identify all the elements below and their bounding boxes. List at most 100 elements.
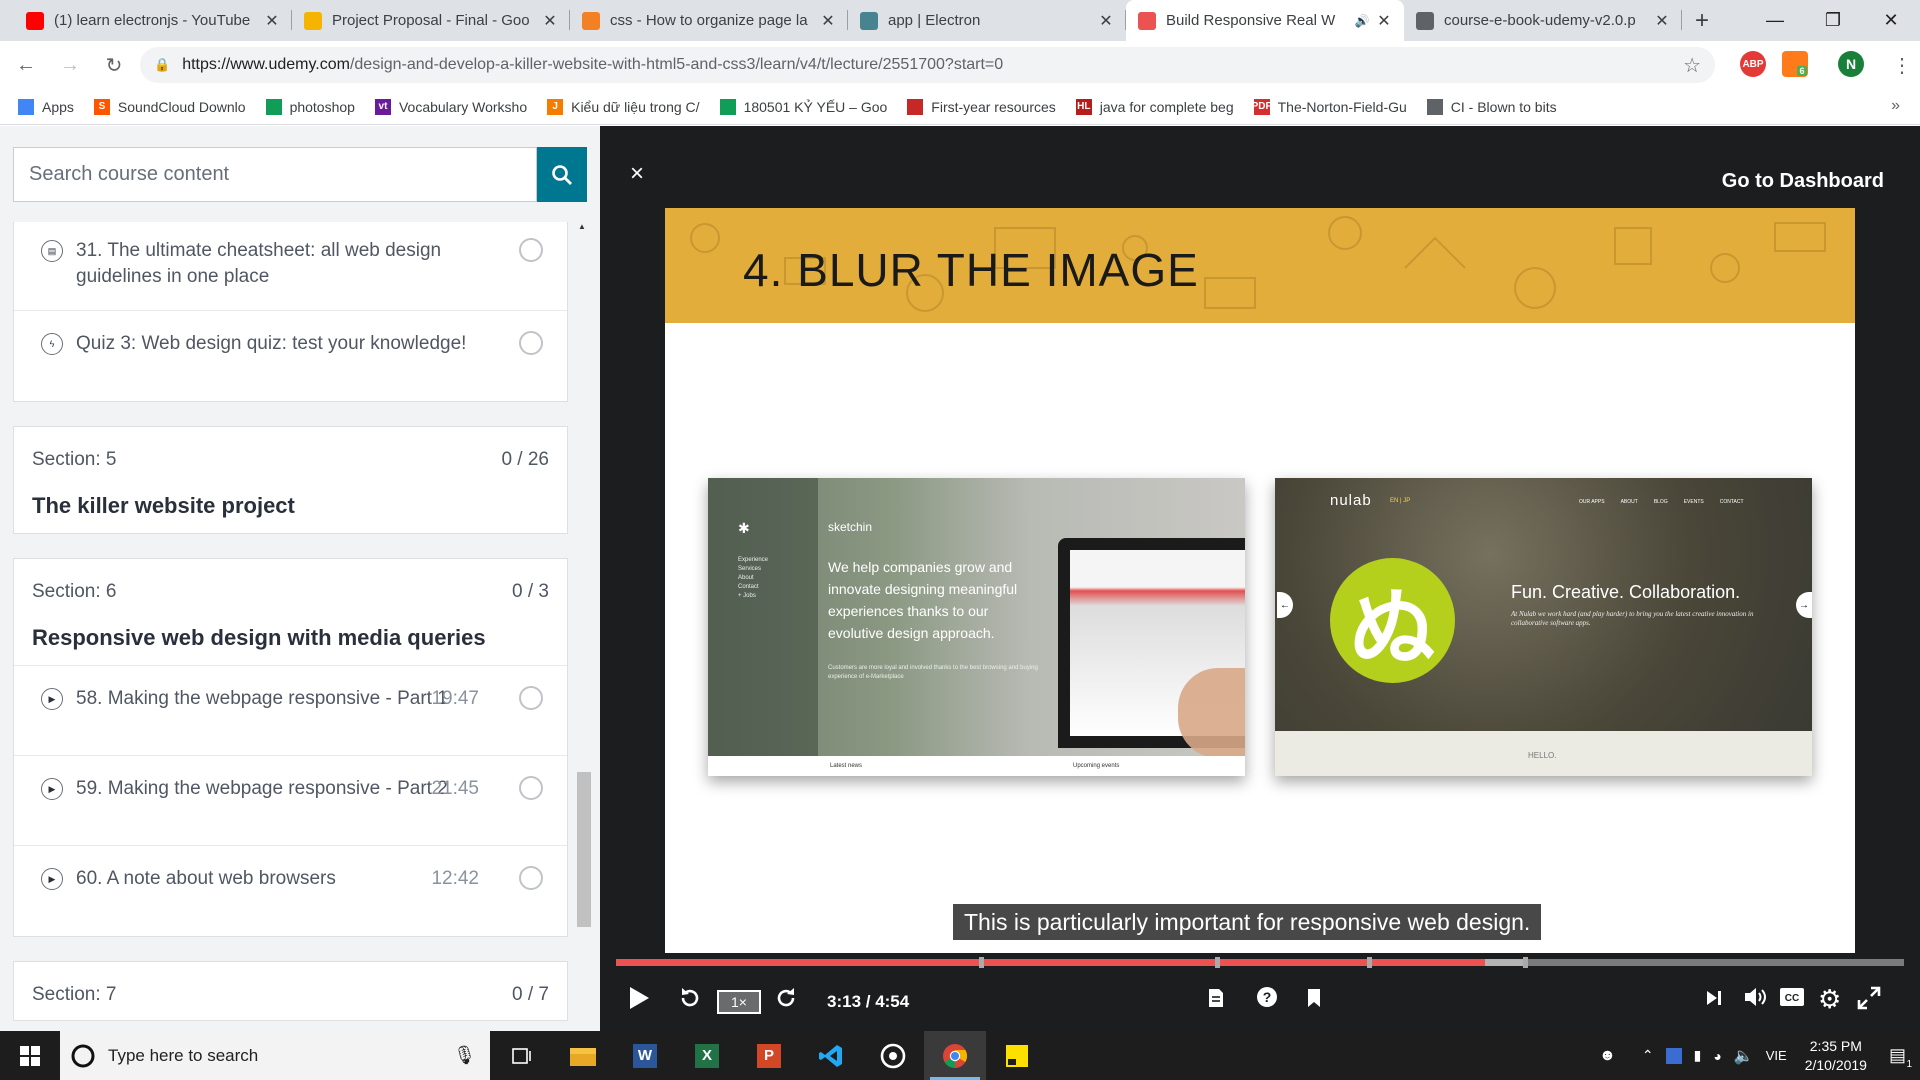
speaker-icon[interactable]: 🔈 bbox=[1734, 1046, 1754, 1066]
course-search-input[interactable] bbox=[13, 147, 537, 202]
video-progress-bar[interactable] bbox=[616, 957, 1904, 968]
microphone-icon[interactable]: 🎙 bbox=[453, 1045, 476, 1066]
media-app[interactable] bbox=[862, 1031, 924, 1080]
excel-app[interactable]: X bbox=[676, 1031, 738, 1080]
browser-tab[interactable]: course-e-book-udemy-v2.0.p ✕ bbox=[1404, 0, 1682, 41]
wifi-icon[interactable]: ◕ bbox=[1713, 1048, 1721, 1064]
section-5-card[interactable]: Section: 5 0 / 26 The killer website proj… bbox=[13, 426, 568, 534]
battery-icon[interactable]: ▮ bbox=[1694, 1047, 1702, 1064]
bookmark-item[interactable]: First-year resources bbox=[907, 98, 1056, 115]
close-tab-icon[interactable]: ✕ bbox=[1654, 11, 1670, 31]
close-tab-icon[interactable]: ✕ bbox=[820, 11, 836, 31]
forward-icon[interactable]: → bbox=[52, 47, 88, 83]
tab-title: Build Responsive Real W bbox=[1166, 12, 1336, 29]
volume-button[interactable] bbox=[1744, 986, 1770, 1008]
bookmark-item[interactable]: photoshop bbox=[265, 98, 355, 115]
forward-icon bbox=[777, 988, 795, 1007]
bookmark-button[interactable] bbox=[1307, 988, 1321, 1008]
section-header[interactable]: Section: 6 0 / 3 Responsive web design wi… bbox=[14, 559, 567, 666]
close-window-icon[interactable]: ✕ bbox=[1862, 0, 1920, 41]
sidebar-scroll-thumb[interactable] bbox=[577, 772, 591, 927]
lecture-item[interactable]: ▤ 31. The ultimate cheatsheet: all web de… bbox=[14, 222, 567, 311]
powerpoint-app[interactable]: P bbox=[738, 1031, 800, 1080]
bookmark-item[interactable]: PDF The-Norton-Field-Gu bbox=[1253, 98, 1407, 115]
browser-tab[interactable]: Build Responsive Real W 🔊 ✕ bbox=[1126, 0, 1404, 41]
close-tab-icon[interactable]: ✕ bbox=[1376, 11, 1392, 31]
bookmark-item[interactable]: CI - Blown to bits bbox=[1426, 98, 1557, 115]
search-button[interactable] bbox=[537, 147, 587, 202]
bookmark-item[interactable]: HL java for complete beg bbox=[1075, 98, 1234, 115]
section-7-card[interactable]: Section: 7 0 / 7 bbox=[13, 961, 568, 1021]
adblock-icon[interactable]: ABP bbox=[1740, 51, 1766, 77]
tab-audio-icon[interactable]: 🔊 bbox=[1354, 14, 1370, 28]
captions-button[interactable]: CC bbox=[1780, 988, 1804, 1006]
file-explorer-app[interactable] bbox=[552, 1031, 614, 1080]
clock[interactable]: 2:35 PM 2/10/2019 bbox=[1805, 1037, 1867, 1075]
bookmark-item[interactable]: 180501 KỶ YẾU – Goo bbox=[719, 98, 887, 115]
bookmark-item[interactable]: S SoundCloud Downlo bbox=[93, 98, 246, 115]
close-tab-icon[interactable]: ✕ bbox=[1098, 11, 1114, 31]
sticky-notes-app[interactable] bbox=[986, 1031, 1048, 1080]
start-button[interactable] bbox=[0, 1031, 60, 1080]
playback-speed-button[interactable]: 1× bbox=[717, 990, 761, 1014]
close-tab-icon[interactable]: ✕ bbox=[542, 11, 558, 31]
language-indicator[interactable]: VIE bbox=[1766, 1048, 1787, 1063]
chrome-app[interactable] bbox=[924, 1031, 986, 1080]
chapter-marker[interactable] bbox=[1366, 957, 1372, 968]
browser-tab[interactable]: css - How to organize page la ✕ bbox=[570, 0, 848, 41]
reload-icon[interactable]: ↻ bbox=[96, 47, 132, 83]
browser-tab[interactable]: Project Proposal - Final - Goo ✕ bbox=[292, 0, 570, 41]
completion-checkbox[interactable] bbox=[519, 331, 543, 355]
chapter-marker[interactable] bbox=[1522, 957, 1528, 968]
completion-checkbox[interactable] bbox=[519, 866, 543, 890]
taskbar-search[interactable]: Type here to search 🎙 bbox=[60, 1031, 490, 1080]
bookmark-item[interactable]: vt Vocabulary Worksho bbox=[374, 98, 527, 115]
menu-kebab-icon[interactable]: ⋮ bbox=[1884, 47, 1920, 83]
maximize-icon[interactable]: ❐ bbox=[1804, 0, 1862, 41]
completion-checkbox[interactable] bbox=[519, 686, 543, 710]
video-frame[interactable]: 4. BLUR THE IMAGE ✱ Experience Services Ab… bbox=[665, 208, 1855, 953]
minimize-icon[interactable]: — bbox=[1746, 0, 1804, 41]
lecture-item[interactable]: ▶ 58. Making the webpage responsive - Par… bbox=[14, 666, 567, 756]
play-button[interactable] bbox=[628, 986, 650, 1010]
lecture-item[interactable]: ▶ 60. A note about web browsers 12:42 bbox=[14, 846, 567, 936]
completion-checkbox[interactable] bbox=[519, 238, 543, 262]
forward-5s-button[interactable] bbox=[774, 986, 798, 1010]
rewind-5s-button[interactable] bbox=[678, 986, 702, 1010]
close-player-icon[interactable]: × bbox=[630, 160, 644, 188]
help-button[interactable]: ? bbox=[1256, 986, 1278, 1008]
go-to-dashboard-link[interactable]: Go to Dashboard bbox=[1722, 170, 1884, 193]
settings-gear-icon[interactable]: ⚙ bbox=[1818, 984, 1841, 1015]
close-tab-icon[interactable]: ✕ bbox=[264, 11, 280, 31]
bookmarks-overflow-icon[interactable]: » bbox=[1891, 97, 1900, 115]
url-bar[interactable]: 🔒 https://www.udemy.com/design-and-devel… bbox=[140, 47, 1715, 83]
new-tab-button[interactable]: + bbox=[1682, 0, 1722, 41]
bookmark-item[interactable]: Apps bbox=[18, 98, 74, 115]
fullscreen-button[interactable] bbox=[1857, 986, 1881, 1010]
word-app[interactable]: W bbox=[614, 1031, 676, 1080]
bookmark-star-icon[interactable]: ☆ bbox=[1683, 53, 1701, 78]
windows-logo-icon bbox=[20, 1045, 40, 1066]
lecture-item[interactable]: ϟ Quiz 3: Web design quiz: test your know… bbox=[14, 311, 567, 401]
extension-icon[interactable]: 6 bbox=[1782, 51, 1808, 77]
next-lecture-button[interactable] bbox=[1706, 990, 1722, 1006]
browser-tab[interactable]: (1) learn electronjs - YouTube ✕ bbox=[14, 0, 292, 41]
back-icon[interactable]: ← bbox=[8, 47, 44, 83]
transcript-button[interactable] bbox=[1208, 988, 1224, 1008]
task-view-button[interactable] bbox=[490, 1031, 552, 1080]
completion-checkbox[interactable] bbox=[519, 776, 543, 800]
section-header: Section: 7 0 / 7 bbox=[14, 962, 567, 1020]
lecture-item[interactable]: ▶ 59. Making the webpage responsive - Par… bbox=[14, 756, 567, 846]
action-center-icon[interactable]: ▤ 1 bbox=[1889, 1045, 1912, 1070]
profile-avatar[interactable]: N bbox=[1838, 51, 1864, 77]
people-icon[interactable]: ☻ bbox=[1599, 1047, 1616, 1065]
tray-overflow-icon[interactable]: ⌃ bbox=[1642, 1047, 1654, 1064]
bookmark-item[interactable]: J Kiểu dữ liệu trong C/ bbox=[547, 98, 700, 115]
vscode-app[interactable] bbox=[800, 1031, 862, 1080]
google-drive-icon bbox=[719, 98, 736, 115]
chapter-marker[interactable] bbox=[979, 957, 985, 968]
scroll-up-arrow-icon[interactable]: ▲ bbox=[578, 222, 586, 231]
chapter-marker[interactable] bbox=[1214, 957, 1220, 968]
tray-app-icon[interactable] bbox=[1665, 1047, 1682, 1064]
browser-tab[interactable]: app | Electron ✕ bbox=[848, 0, 1126, 41]
